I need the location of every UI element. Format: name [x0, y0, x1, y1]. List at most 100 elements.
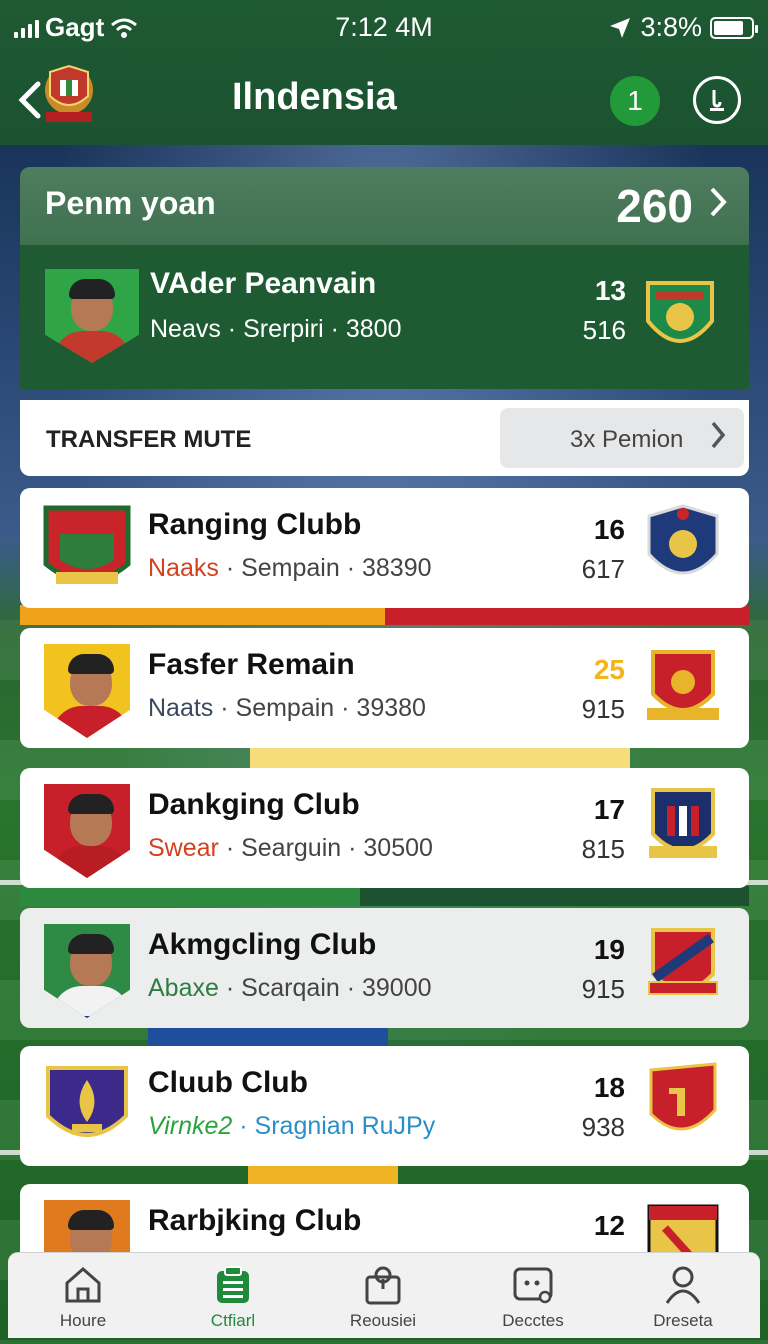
club-card[interactable]: Ranging Clubb Naaks · Sempain · 38390 16… [20, 488, 749, 608]
transfer-label: TRANSFER MUTE [46, 426, 252, 453]
transfer-row: TRANSFER MUTE 3x Pemion [20, 400, 749, 476]
info-button[interactable] [693, 76, 741, 124]
club-num-top: 12 [593, 1210, 625, 1241]
club-num-top: 25 [593, 654, 625, 685]
tab-label: Ctfiarl [210, 1311, 256, 1330]
club-sub: Naats · Sempain · 39380 [148, 694, 426, 723]
chat-icon [513, 1267, 553, 1304]
club-detail: · Scarqain · 39000 [218, 974, 432, 1002]
location-arrow-icon [610, 17, 631, 38]
player-portrait [45, 269, 139, 363]
tab-label: Reousiei [349, 1311, 417, 1330]
bottom-nav: Houre Ctfiarl Reousiei Decctes Dreseta [8, 1252, 760, 1338]
club-crest-icon [46, 1066, 128, 1137]
battery-icon [710, 16, 758, 39]
club-card[interactable]: Cluub Club Virnke2 · Sragnian RuJPy 18 9… [20, 1046, 749, 1166]
club-card[interactable]: Akmgcling Club Abaxe · Scarqain · 39000 … [20, 908, 749, 1028]
tab-search[interactable]: Reousiei [308, 1253, 458, 1339]
featured-label: Penm yoan [45, 185, 216, 221]
club-detail: · Sragnian RuJPy [232, 1112, 436, 1140]
club-crest-icon [649, 788, 717, 858]
club-name: Ranging Clubb [148, 508, 362, 541]
stripe [248, 1164, 398, 1184]
club-crest-icon [647, 504, 719, 575]
club-name: Akmgcling Club [148, 928, 377, 961]
tab-label: Dreseta [653, 1311, 713, 1330]
chevron-right-icon [710, 420, 726, 458]
club-crest-icon [648, 928, 718, 995]
info-icon [710, 90, 724, 111]
header-nav: Ilndensia 1 [0, 58, 768, 138]
club-crest-icon [43, 505, 131, 584]
club-sub: Swear · Searguin · 30500 [148, 834, 433, 863]
club-name: Fasfer Remain [148, 648, 355, 681]
club-num-bottom: 915 [581, 694, 625, 724]
club-card[interactable]: Fasfer Remain Naats · Sempain · 39380 25… [20, 628, 749, 748]
battery-percent: 3:8% [640, 12, 702, 42]
status-right: 3:8% [608, 12, 758, 43]
club-crest-icon [649, 1062, 717, 1131]
top-bar: Gagt 7:12 4M 3:8% Ilndensia 1 [0, 0, 768, 145]
club-num-bottom: 815 [581, 834, 625, 864]
featured-header: Penm yoan 260 [20, 167, 749, 245]
player-sub: Neavs · Srerpiri · 3800 [150, 315, 402, 343]
stripe [385, 605, 749, 625]
chevron-left-icon [18, 81, 41, 119]
player-num-top: 13 [594, 275, 626, 306]
club-sub: Naaks · Sempain · 38390 [148, 554, 432, 583]
club-crest-icon [646, 281, 714, 343]
user-icon [665, 1266, 701, 1304]
transfer-button[interactable]: 3x Pemion [500, 408, 744, 468]
club-name: Dankging Club [148, 788, 360, 821]
club-sub: Abaxe · Scarqain · 39000 [148, 974, 432, 1003]
featured-player: VAder Peanvain Neavs · Srerpiri · 3800 1… [20, 245, 749, 389]
club-name: Cluub Club [148, 1066, 308, 1099]
featured-card[interactable]: Penm yoan 260 VAder Peanvain Neavs · Sre… [20, 167, 749, 389]
club-num-bottom: 915 [581, 974, 625, 1004]
status-bar: Gagt 7:12 4M 3:8% [14, 10, 758, 46]
player-num-bottom: 516 [582, 315, 626, 345]
club-num-bottom: 938 [581, 1112, 625, 1142]
club-tag: Swear [148, 834, 219, 862]
stripe [360, 886, 749, 906]
player-portrait [44, 924, 130, 1018]
club-tag: Naats [148, 694, 214, 722]
chevron-right-icon [709, 185, 727, 227]
tab-clipboard[interactable]: Ctfiarl [158, 1253, 308, 1339]
back-button[interactable] [16, 80, 42, 127]
club-tag: Abaxe [148, 974, 219, 1002]
page-title: Ilndensia [232, 76, 397, 118]
club-tag: Naaks [148, 554, 219, 582]
club-card[interactable]: Dankging Club Swear · Searguin · 30500 1… [20, 768, 749, 888]
club-name: Rarbjking Club [148, 1204, 362, 1237]
club-tag: Virnke2 [148, 1112, 233, 1140]
club-crest-icon [647, 650, 719, 720]
federation-logo-icon [45, 64, 93, 122]
club-detail: · Sempain · 38390 [218, 554, 432, 582]
clipboard-icon [217, 1266, 249, 1303]
club-num-top: 16 [593, 514, 625, 545]
player-portrait [44, 644, 130, 738]
search-document-icon [365, 1266, 401, 1305]
home-icon [65, 1267, 101, 1303]
club-num-top: 17 [593, 794, 625, 825]
tab-label: Houre [59, 1311, 107, 1330]
tab-chat[interactable]: Decctes [458, 1253, 608, 1339]
battery-fill [714, 20, 743, 35]
club-detail: · Sempain · 39380 [213, 694, 426, 722]
stripe [20, 605, 385, 625]
club-num-top: 19 [593, 934, 625, 965]
tab-label: Decctes [502, 1311, 564, 1330]
stripe [250, 748, 630, 768]
notification-badge[interactable]: 1 [610, 76, 660, 126]
club-sub: Virnke2 · Sragnian RuJPy [148, 1112, 435, 1141]
player-portrait [44, 784, 130, 878]
club-num-bottom: 617 [581, 554, 625, 584]
tab-profile[interactable]: Dreseta [608, 1253, 758, 1339]
club-detail: · Searguin · 30500 [218, 834, 433, 862]
stripe [148, 1026, 388, 1046]
featured-value: 260 [616, 180, 693, 232]
transfer-button-label: 3x Pemion [570, 426, 684, 453]
tab-home[interactable]: Houre [8, 1253, 158, 1339]
stripe [20, 886, 360, 906]
